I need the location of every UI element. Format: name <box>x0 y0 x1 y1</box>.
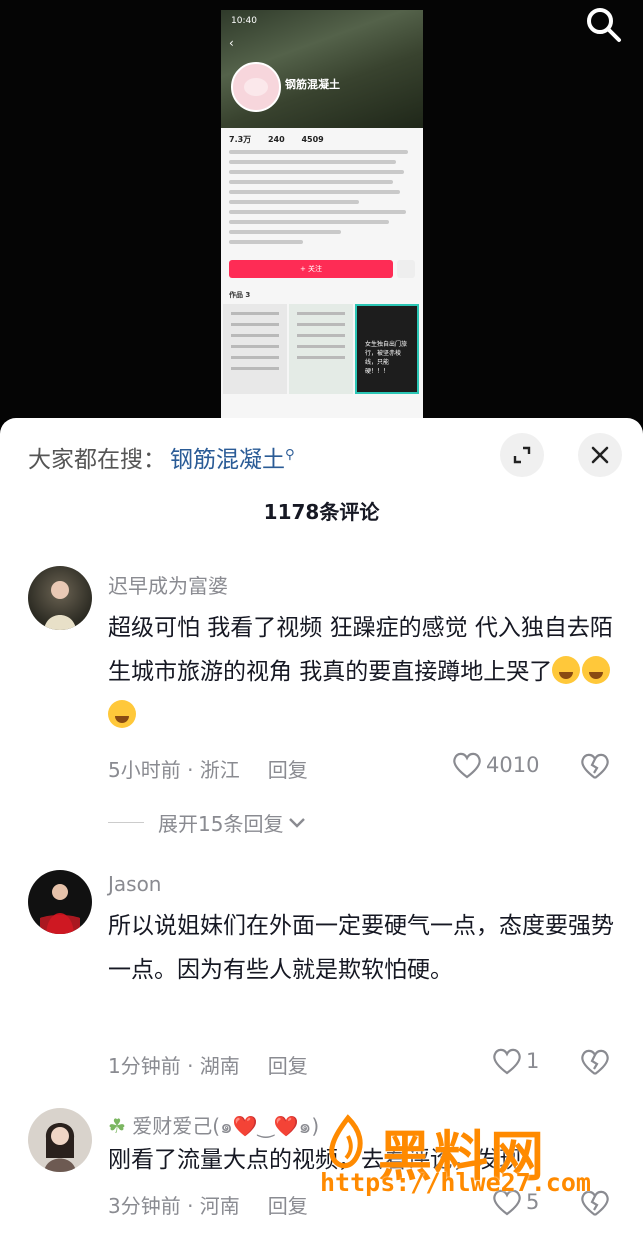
hot-search-bar[interactable]: 大家都在搜： 钢筋混凝土⚲ <box>28 440 295 474</box>
works-label: 作品 3 <box>229 291 251 299</box>
profile-bio <box>229 150 415 250</box>
like-button[interactable]: 1 <box>492 1047 539 1075</box>
back-icon: ‹ <box>229 36 234 50</box>
avatar-figure <box>44 1123 76 1172</box>
close-button[interactable] <box>578 433 622 477</box>
comment-text: 所以说姐妹们在外面一定要硬气一点，态度要强势一点。因为有些人就是欺软怕硬。 <box>108 913 614 983</box>
comment-time-location: 1分钟前 · 湖南 <box>108 1054 240 1078</box>
broken-heart-icon[interactable] <box>580 1048 610 1076</box>
profile-header-bg: 10:40 ‹ 钢筋混凝土 <box>221 10 423 128</box>
divider <box>108 822 144 823</box>
comment-meta: 5小时前 · 浙江 回复 <box>108 754 308 783</box>
like-count: 4010 <box>486 753 540 777</box>
watermark: 黑料网 https://hlwe27.com <box>320 1108 620 1228</box>
work-thumbnail: 女生独自出门旅行，被坚赤棱线，只能硬！！！ <box>355 304 419 394</box>
profile-name: 钢筋混凝土 <box>285 78 340 91</box>
work-thumbnail <box>289 304 353 394</box>
chevron-down-icon <box>289 817 306 828</box>
comment-text-content: 超级可怕 我看了视频 狂躁症的感觉 代入独自去陌生城市旅游的视角 我真的要直接蹲… <box>108 615 613 685</box>
hot-search-keyword[interactable]: 钢筋混凝土 <box>170 447 285 473</box>
avatar-figure <box>40 884 80 934</box>
avatar[interactable] <box>28 870 92 934</box>
thumbnail-text: 女生独自出门旅行，被坚赤棱线，只能硬！！！ <box>365 341 408 375</box>
stat-value: 4509 <box>301 135 324 144</box>
heart-icon <box>493 1048 521 1075</box>
expand-replies-button[interactable]: 展开15条回复 <box>108 808 307 837</box>
follow-more-button <box>397 260 415 278</box>
avatar[interactable] <box>28 566 92 630</box>
like-button[interactable]: 4010 <box>452 751 539 779</box>
watermark-logo-icon <box>329 1114 363 1169</box>
profile-avatar <box>231 62 281 112</box>
comment-username[interactable]: Jason <box>108 872 162 896</box>
follow-button: + 关注 <box>229 260 393 278</box>
heart-icon <box>453 752 481 779</box>
reply-button[interactable]: 回复 <box>268 1194 308 1218</box>
comment-username-text: 爱财爱己(๑❤️‿❤️๑) <box>132 1114 320 1138</box>
status-time: 10:40 <box>231 16 257 26</box>
hot-search-prefix: 大家都在搜： <box>28 447 166 473</box>
comment-count: 1178条评论 <box>263 500 380 524</box>
avatar[interactable] <box>28 1108 92 1172</box>
stat-value: 240 <box>267 135 285 144</box>
stat-value: 7.3万 <box>229 135 252 144</box>
clover-icon: ☘ <box>108 1114 126 1138</box>
avatar-figure <box>44 581 76 630</box>
profile-stats: 7.3万 240 4509 <box>229 134 338 145</box>
work-thumbnail <box>223 304 287 394</box>
fullscreen-button[interactable] <box>500 433 544 477</box>
like-count: 1 <box>526 1049 540 1073</box>
crying-emoji-icon <box>552 656 581 684</box>
comment-time-location: 5小时前 · 浙江 <box>108 758 240 782</box>
search-small-icon: ⚲ <box>285 447 295 463</box>
comment-meta: 3分钟前 · 河南 回复 <box>108 1190 308 1219</box>
comment-meta: 1分钟前 · 湖南 回复 <box>108 1050 308 1079</box>
close-icon <box>591 446 609 464</box>
expand-replies-label: 展开15条回复 <box>158 812 284 836</box>
expand-icon <box>513 446 531 464</box>
comment-text: 超级可怕 我看了视频 狂躁症的感觉 代入独自去陌生城市旅游的视角 我真的要直接蹲… <box>108 606 618 738</box>
broken-heart-icon[interactable] <box>580 752 610 780</box>
watermark-url: https://hlwe27.com <box>320 1168 591 1197</box>
profile-screenshot: 10:40 ‹ 钢筋混凝土 7.3万 240 4509 + 关注 作品 3 女生… <box>221 10 423 420</box>
crying-emoji-icon <box>108 700 136 728</box>
comment-time-location: 3分钟前 · 河南 <box>108 1194 240 1218</box>
comment-username[interactable]: 迟早成为富婆 <box>108 570 228 599</box>
reply-button[interactable]: 回复 <box>268 1054 308 1078</box>
reply-button[interactable]: 回复 <box>268 758 308 782</box>
crying-emoji-icon <box>582 656 611 684</box>
search-icon[interactable] <box>583 4 623 44</box>
video-area[interactable]: 10:40 ‹ 钢筋混凝土 7.3万 240 4509 + 关注 作品 3 女生… <box>0 0 643 420</box>
